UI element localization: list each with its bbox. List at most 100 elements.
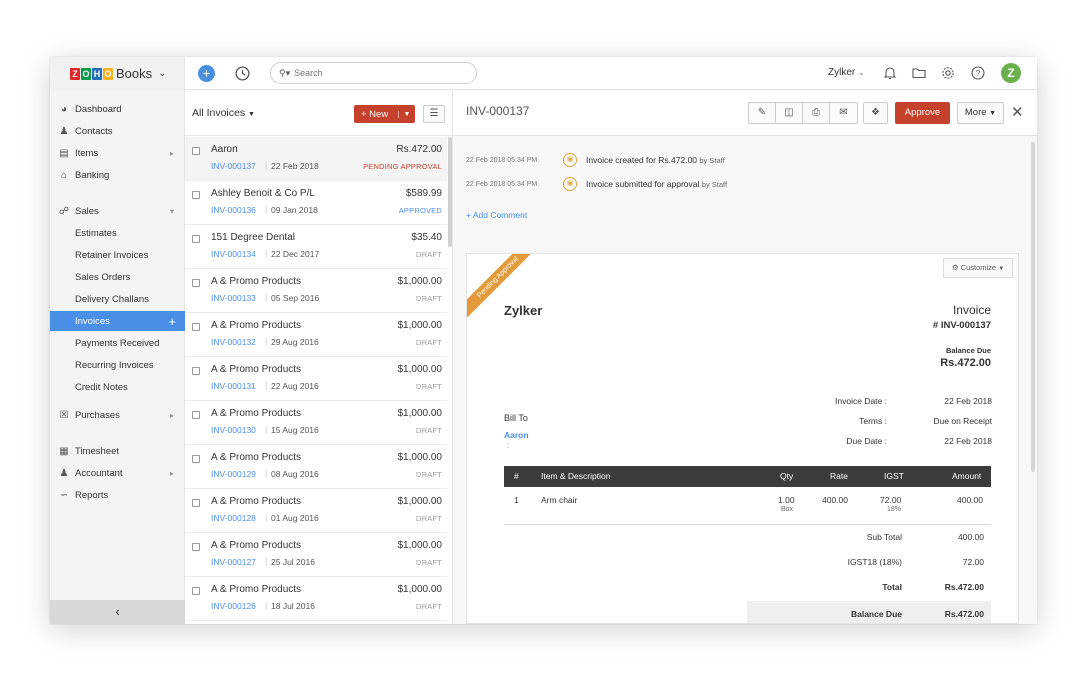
sidebar-item-retainer-invoices[interactable]: Retainer Invoices (50, 245, 185, 265)
table-row[interactable]: 151 Degree Dental INV-000134 | 22 Dec 2017 $… (185, 225, 447, 269)
invoice-title: INV-000137 (466, 104, 530, 118)
sidebar-item-sales[interactable]: ☍ Sales ▾ (50, 201, 185, 221)
row-checkbox[interactable] (192, 455, 200, 463)
table-row[interactable]: Aaron INV-000137 | 22 Feb 2018 Rs.472.00 PEND… (185, 137, 447, 181)
edit-pencil-icon[interactable]: ✎ (749, 103, 776, 123)
invoice-number-link[interactable]: INV-000132 (211, 337, 256, 347)
invoice-number-link[interactable]: INV-000131 (211, 381, 256, 391)
table-row[interactable]: A & Promo Products INV-000128 | 01 Aug 2016… (185, 489, 447, 533)
logo-letter: Z (70, 67, 80, 80)
search-input[interactable] (294, 68, 455, 78)
list-menu-icon[interactable]: ☰ (423, 105, 445, 123)
caret-down-icon[interactable]: ▼ (398, 110, 415, 118)
document-title: Invoice (952, 303, 991, 317)
close-icon[interactable]: ✕ (1011, 103, 1024, 121)
help-icon[interactable]: ? (970, 65, 986, 81)
folder-icon[interactable] (911, 65, 927, 81)
email-icon[interactable]: ✉ (830, 103, 857, 123)
sidebar-item-accountant[interactable]: ♟ Accountant ▸ (50, 463, 185, 483)
row-checkbox[interactable] (192, 235, 200, 243)
table-row[interactable]: Ashley Benoit & Co P/L INV-000136 | 09 Jan … (185, 181, 447, 225)
sidebar-item-payments-received[interactable]: Payments Received (50, 333, 185, 353)
user-avatar[interactable]: Z (1001, 63, 1021, 83)
more-button[interactable]: More ▼ (957, 102, 1004, 124)
sidebar-item-delivery-challans[interactable]: Delivery Challans (50, 289, 185, 309)
add-invoice-plus-icon[interactable]: + (168, 314, 176, 329)
row-index: 1 (514, 495, 519, 505)
list-scrollbar[interactable] (448, 137, 452, 247)
invoice-number-link[interactable]: INV-000137 (211, 161, 256, 171)
table-row[interactable]: A & Promo Products INV-000127 | 25 Jul 2016… (185, 533, 447, 577)
row-checkbox[interactable] (192, 367, 200, 375)
row-checkbox[interactable] (192, 323, 200, 331)
table-row[interactable]: A & Promo Products INV-000126 | 18 Jul 2016… (185, 577, 447, 621)
row-checkbox[interactable] (192, 411, 200, 419)
invoice-number-link[interactable]: INV-000129 (211, 469, 256, 479)
add-comment-link[interactable]: + Add Comment (466, 210, 527, 220)
separator: | (265, 512, 268, 522)
row-checkbox[interactable] (192, 499, 200, 507)
status-badge: DRAFT (416, 382, 442, 391)
row-checkbox[interactable] (192, 587, 200, 595)
bag-icon: ☒ (59, 409, 69, 421)
sidebar-item-estimates[interactable]: Estimates (50, 223, 185, 243)
invoice-number-link[interactable]: INV-000130 (211, 425, 256, 435)
sidebar-collapse-button[interactable]: ‹ (50, 600, 185, 624)
print-icon[interactable]: ⎙ (803, 103, 830, 123)
new-invoice-button[interactable]: + New ▼ (354, 105, 415, 123)
search-box[interactable]: ⚲▾ (270, 62, 477, 84)
row-tax: 72.00 (880, 495, 902, 505)
invoice-number-link[interactable]: INV-000126 (211, 601, 256, 611)
sidebar-item-items[interactable]: ▤ Items ▸ (50, 143, 185, 163)
sidebar-item-reports[interactable]: ∽ Reports (50, 485, 185, 505)
invoice-number-link[interactable]: INV-000127 (211, 557, 256, 567)
invoice-date: 25 Jul 2016 (271, 557, 315, 567)
customize-button[interactable]: ⚙ Customize ▼ (943, 258, 1013, 278)
sidebar-item-purchases[interactable]: ☒ Purchases ▸ (50, 405, 185, 425)
history-icon[interactable] (234, 65, 251, 82)
pdf-icon[interactable]: ◫ (776, 103, 803, 123)
attachment-icon[interactable]: ❖ (863, 102, 888, 124)
brand-switcher[interactable]: Z O H O Books ⌄ (50, 57, 185, 90)
invoice-number-link[interactable]: INV-000128 (211, 513, 256, 523)
table-row[interactable]: A & Promo Products INV-000129 | 08 Aug 2016… (185, 445, 447, 489)
invoice-amount: $1,000.00 (397, 540, 443, 551)
bell-icon[interactable] (882, 65, 898, 81)
table-row[interactable]: A & Promo Products INV-000130 | 15 Aug 2016… (185, 401, 447, 445)
approve-button[interactable]: Approve (895, 102, 950, 124)
sidebar-item-banking[interactable]: ⌂ Banking (50, 165, 185, 185)
quick-create-plus-icon[interactable]: + (198, 65, 215, 82)
sidebar-item-invoices[interactable]: Invoices + (50, 311, 185, 331)
sidebar-item-timesheet[interactable]: ▦ Timesheet (50, 441, 185, 461)
row-checkbox[interactable] (192, 191, 200, 199)
list-view-selector[interactable]: All Invoices ▼ (192, 107, 255, 119)
invoice-number-link[interactable]: INV-000136 (211, 205, 256, 215)
invoice-number-link[interactable]: INV-000134 (211, 249, 256, 259)
sidebar-item-dashboard[interactable]: ◕ Dashboard (50, 99, 185, 119)
chevron-down-icon: ▾ (169, 206, 174, 216)
sidebar-item-recurring-invoices[interactable]: Recurring Invoices (50, 355, 185, 375)
meta-value: 22 Feb 2018 (944, 436, 992, 446)
row-checkbox[interactable] (192, 147, 200, 155)
bill-to-customer-link[interactable]: Aaron (504, 430, 529, 440)
row-checkbox[interactable] (192, 279, 200, 287)
row-checkbox[interactable] (192, 543, 200, 551)
row-tax-percent: 18% (887, 506, 902, 513)
detail-scrollbar[interactable] (1031, 142, 1035, 472)
sidebar-item-sales-orders[interactable]: Sales Orders (50, 267, 185, 287)
organization-name: Zylker (504, 303, 543, 318)
sidebar-item-credit-notes[interactable]: Credit Notes (50, 377, 185, 397)
chart-icon: ∽ (59, 489, 69, 501)
sidebar-item-contacts[interactable]: ♟ Contacts (50, 121, 185, 141)
sidebar-item-label: Timesheet (75, 445, 119, 457)
col-item: Item & Description (541, 471, 611, 481)
table-row[interactable]: A & Promo Products INV-000133 | 05 Sep 2016… (185, 269, 447, 313)
org-switcher[interactable]: Zylker ⌄ (828, 67, 865, 78)
col-qty: Qty (780, 471, 794, 481)
timeline-date: 22 Feb 2018 05:34 PM (466, 156, 538, 164)
caret-down-icon: ▼ (989, 110, 997, 117)
gear-icon[interactable] (940, 65, 956, 81)
table-row[interactable]: A & Promo Products INV-000131 | 22 Aug 2016… (185, 357, 447, 401)
table-row[interactable]: A & Promo Products INV-000132 | 29 Aug 2016… (185, 313, 447, 357)
invoice-number-link[interactable]: INV-000133 (211, 293, 256, 303)
